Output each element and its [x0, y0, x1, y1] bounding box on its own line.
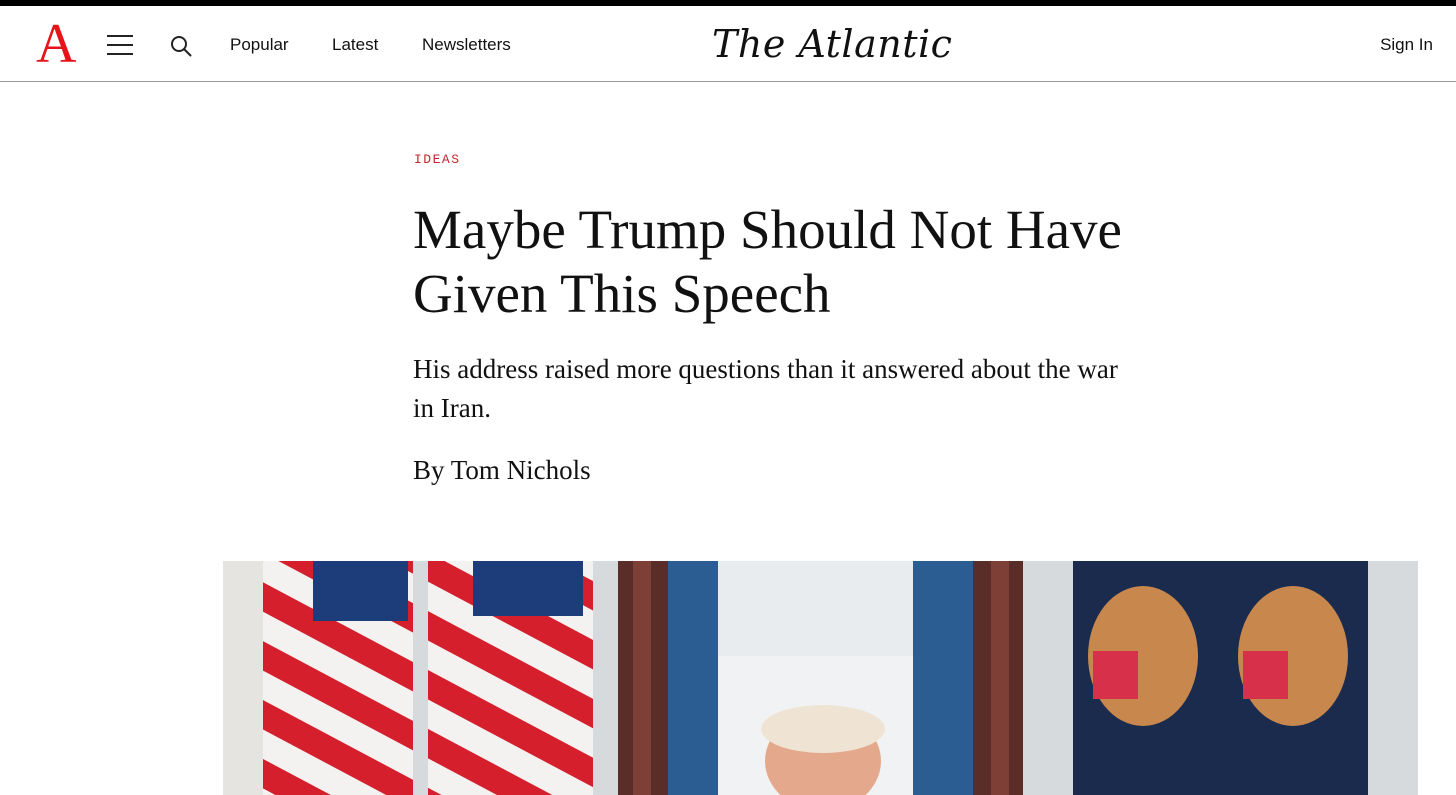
hamburger-menu-icon[interactable]: [107, 35, 133, 55]
section-label[interactable]: IDEAS: [414, 152, 461, 167]
headline-line-1: Maybe Trump Should Not Have: [413, 199, 1122, 260]
nav-popular[interactable]: Popular: [230, 6, 289, 82]
search-icon[interactable]: [170, 35, 192, 57]
site-header: A Popular Latest Newsletters The Atlanti…: [0, 6, 1456, 82]
nav-newsletters[interactable]: Newsletters: [422, 6, 511, 82]
sign-in-link[interactable]: Sign In: [1380, 6, 1433, 82]
nav-latest[interactable]: Latest: [332, 6, 378, 82]
article-headline: Maybe Trump Should Not Have Given This S…: [413, 198, 1173, 326]
lead-photo-illustration: [223, 561, 1418, 795]
headline-line-2: Given This Speech: [413, 263, 831, 324]
article-dek: His address raised more questions than i…: [413, 354, 1118, 423]
lead-photo: [223, 561, 1418, 795]
site-wordmark[interactable]: The Atlantic: [712, 18, 952, 70]
atlantic-logo-mark[interactable]: A: [36, 16, 76, 72]
article-byline[interactable]: By Tom Nichols: [413, 452, 591, 488]
